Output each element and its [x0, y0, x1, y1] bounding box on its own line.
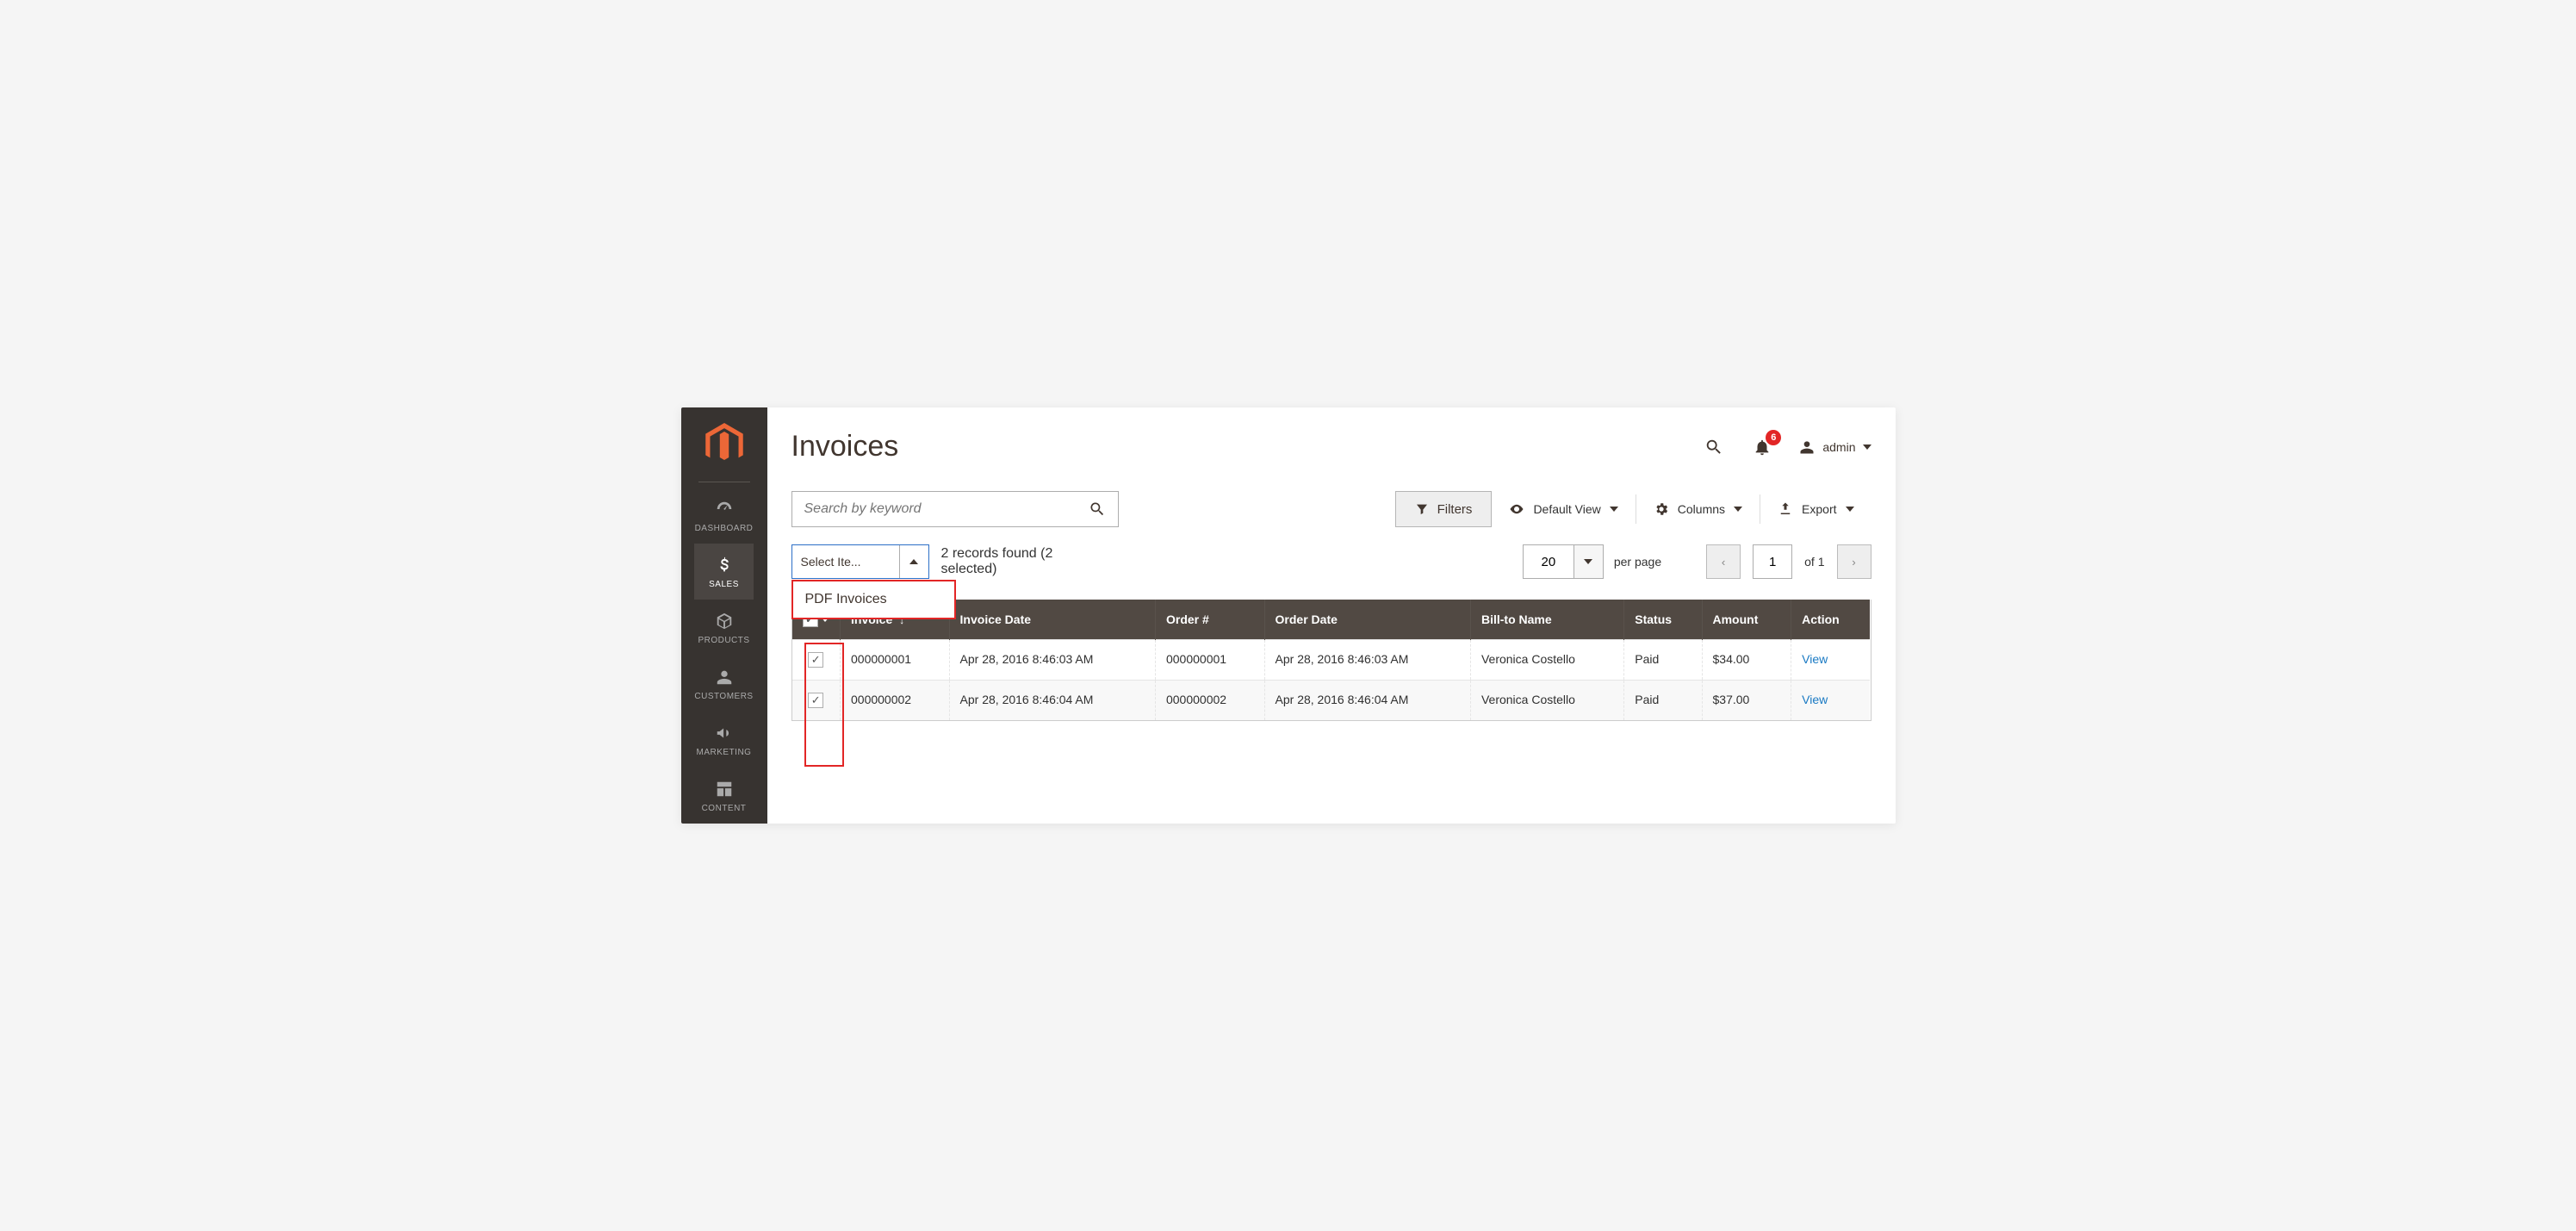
pagination: ‹ of 1 › — [1706, 544, 1871, 579]
cell-order-date: Apr 28, 2016 8:46:04 AM — [1264, 681, 1470, 721]
user-label: admin — [1822, 440, 1855, 454]
page-size-input[interactable] — [1523, 544, 1574, 579]
cell-invoice: 000000001 — [841, 640, 950, 681]
next-page-button[interactable]: › — [1837, 544, 1871, 579]
mass-action-dropdown: PDF Invoices — [791, 580, 956, 619]
chevron-down-icon — [1734, 507, 1742, 512]
sidebar-item-label: CONTENT — [702, 804, 747, 813]
user-menu[interactable]: admin — [1798, 438, 1871, 456]
cell-invoice-date: Apr 28, 2016 8:46:03 AM — [949, 640, 1155, 681]
default-view-button[interactable]: Default View — [1492, 491, 1635, 527]
default-view-label: Default View — [1533, 502, 1600, 516]
grid-toolbar-secondary: Select Ite... PDF Invoices 2 records fou… — [791, 544, 1871, 579]
column-header[interactable]: Order # — [1155, 600, 1264, 640]
filters-button[interactable]: Filters — [1395, 491, 1493, 527]
keyword-search — [791, 491, 1119, 527]
page-size-toggle[interactable] — [1574, 544, 1604, 579]
mass-action-option-pdf-invoices[interactable]: PDF Invoices — [793, 581, 954, 618]
view-link[interactable]: View — [1802, 693, 1828, 706]
mass-action-select[interactable]: Select Ite... PDF Invoices — [791, 544, 929, 579]
notifications-badge: 6 — [1766, 430, 1781, 445]
filters-label: Filters — [1437, 502, 1473, 517]
search-input[interactable] — [804, 501, 1085, 517]
chevron-down-icon — [1846, 507, 1854, 512]
export-button[interactable]: Export — [1760, 491, 1871, 527]
sidebar-item-label: DASHBOARD — [695, 524, 754, 533]
sidebar-item-label: SALES — [709, 580, 739, 589]
column-header[interactable]: Bill-to Name — [1470, 600, 1623, 640]
export-label: Export — [1802, 502, 1836, 516]
grid-toolbar-primary: Filters Default View Columns Export — [791, 491, 1871, 527]
sidebar-item-sales[interactable]: SALES — [694, 544, 753, 600]
columns-button[interactable]: Columns — [1636, 491, 1760, 527]
cell-order: 000000001 — [1155, 640, 1264, 681]
search-icon[interactable] — [1702, 435, 1726, 459]
row-checkbox[interactable]: ✓ — [808, 652, 823, 668]
sidebar-item-content[interactable]: CONTENT — [694, 768, 753, 824]
sidebar-item-label: PRODUCTS — [698, 636, 749, 645]
page-title: Invoices — [791, 430, 899, 463]
cell-invoice: 000000002 — [841, 681, 950, 721]
sidebar-item-label: CUSTOMERS — [694, 692, 753, 701]
brand-logo[interactable] — [705, 423, 743, 466]
records-found-text: 2 records found (2 selected) — [941, 546, 1079, 577]
sidebar-item-marketing[interactable]: MARKETING — [694, 712, 753, 768]
column-header[interactable]: Order Date — [1264, 600, 1470, 640]
table-row: ✓000000002Apr 28, 2016 8:46:04 AM0000000… — [792, 681, 1871, 721]
cell-bill-to: Veronica Costello — [1470, 681, 1623, 721]
notifications-icon[interactable]: 6 — [1750, 435, 1774, 459]
view-link[interactable]: View — [1802, 652, 1828, 666]
cell-invoice-date: Apr 28, 2016 8:46:04 AM — [949, 681, 1155, 721]
sidebar-item-customers[interactable]: CUSTOMERS — [694, 656, 753, 712]
cell-order: 000000002 — [1155, 681, 1264, 721]
chevron-down-icon — [1584, 559, 1592, 564]
sidebar-item-products[interactable]: PRODUCTS — [694, 600, 753, 656]
columns-label: Columns — [1678, 502, 1725, 516]
cell-status: Paid — [1624, 640, 1702, 681]
content-area: Invoices 6 admin — [767, 407, 1896, 824]
cell-bill-to: Veronica Costello — [1470, 640, 1623, 681]
cell-amount: $37.00 — [1702, 681, 1791, 721]
chevron-down-icon — [1610, 507, 1618, 512]
sidebar-item-label: MARKETING — [697, 748, 752, 757]
column-header[interactable]: Amount — [1702, 600, 1791, 640]
mass-action-toggle[interactable] — [899, 545, 928, 578]
chevron-up-icon — [909, 559, 918, 564]
admin-sidebar: DASHBOARD SALES PRODUCTS CUSTOMERS MARKETING… — [681, 407, 767, 824]
page-size-select[interactable] — [1523, 544, 1604, 579]
mass-action-label: Select Ite... — [792, 545, 899, 578]
page-total-label: of 1 — [1804, 555, 1824, 569]
chevron-down-icon — [1863, 445, 1871, 450]
column-header[interactable]: Action — [1791, 600, 1870, 640]
cell-order-date: Apr 28, 2016 8:46:03 AM — [1264, 640, 1470, 681]
sidebar-item-dashboard[interactable]: DASHBOARD — [694, 488, 753, 544]
column-header[interactable]: Invoice Date — [949, 600, 1155, 640]
prev-page-button[interactable]: ‹ — [1706, 544, 1741, 579]
column-header[interactable]: Status — [1624, 600, 1702, 640]
current-page-input[interactable] — [1753, 544, 1792, 579]
table-row: ✓000000001Apr 28, 2016 8:46:03 AM0000000… — [792, 640, 1871, 681]
row-checkbox[interactable]: ✓ — [808, 693, 823, 708]
app-window: DASHBOARD SALES PRODUCTS CUSTOMERS MARKETING… — [681, 407, 1896, 824]
cell-amount: $34.00 — [1702, 640, 1791, 681]
search-submit-icon[interactable] — [1085, 497, 1109, 521]
page-header: Invoices 6 admin — [791, 430, 1871, 463]
per-page-label: per page — [1614, 555, 1661, 569]
cell-status: Paid — [1624, 681, 1702, 721]
